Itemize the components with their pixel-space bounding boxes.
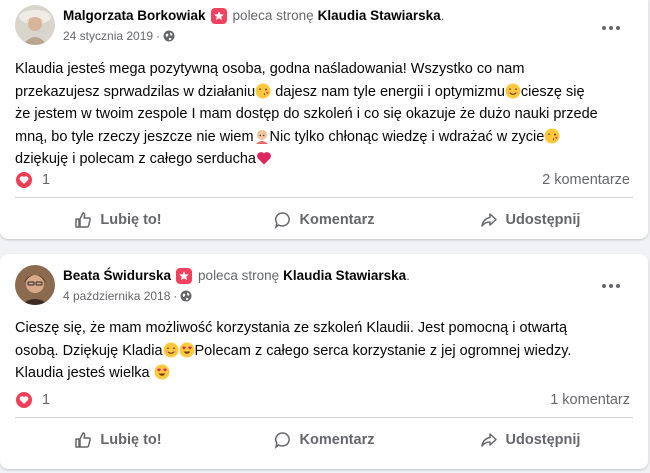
post-actions: Lubię to! Komentarz Udostępnij	[15, 422, 633, 458]
comment-button[interactable]: Komentarz	[221, 422, 427, 458]
reactions-bar: 1 2 komentarze	[15, 171, 630, 189]
comment-icon	[274, 432, 290, 449]
post-actions: Lubię to! Komentarz Udostępnij	[15, 202, 633, 238]
post-header: Malgorzata Borkowiak poleca stronę Klaud…	[15, 5, 444, 45]
page-link[interactable]: Klaudia Stawiarska	[283, 267, 406, 285]
blush-emoji-icon	[163, 342, 179, 357]
reactions-summary[interactable]: 1	[15, 391, 50, 409]
avatar[interactable]	[15, 265, 55, 305]
reactions-bar: 1 1 komentarz	[15, 391, 630, 409]
love-reaction-icon	[15, 171, 33, 189]
post-header: Beata Świdurska poleca stronę Klaudia St…	[15, 265, 410, 305]
red-heart-emoji-icon	[257, 152, 271, 165]
author-name[interactable]: Malgorzata Borkowiak	[63, 7, 206, 25]
post-date[interactable]: 4 października 2018	[63, 289, 170, 303]
reactions-summary[interactable]: 1	[15, 171, 50, 189]
recommend-icon	[176, 268, 193, 284]
recommend-icon	[210, 8, 227, 24]
smile-emoji-icon	[505, 83, 521, 98]
heart-eyes-emoji-icon	[179, 342, 195, 357]
like-button[interactable]: Lubię to!	[15, 422, 221, 458]
comments-count-link[interactable]: 2 komentarze	[542, 172, 630, 188]
recommend-verb: poleca stronę	[198, 268, 280, 283]
divider	[15, 417, 633, 418]
comment-icon	[274, 212, 290, 229]
post-card: Malgorzata Borkowiak poleca stronę Klaud…	[0, 0, 648, 239]
more-options-button[interactable]	[596, 276, 626, 296]
share-icon	[480, 433, 497, 447]
share-button[interactable]: Udostępnij	[427, 422, 633, 458]
post-date[interactable]: 24 stycznia 2019	[63, 29, 153, 43]
share-icon	[480, 213, 497, 227]
heart-eyes-emoji-icon	[154, 364, 170, 380]
thumbs-up-icon	[75, 212, 92, 228]
reactions-count: 1	[42, 172, 51, 188]
kiss-emoji-icon	[255, 83, 271, 98]
comments-count-link[interactable]: 1 komentarz	[550, 392, 630, 408]
globe-icon	[180, 290, 192, 302]
like-button[interactable]: Lubię to!	[15, 202, 221, 238]
post-text: Klaudia jesteś mega pozytywną osoba, god…	[15, 61, 598, 167]
more-options-button[interactable]	[596, 18, 626, 38]
post-card: Beata Świdurska poleca stronę Klaudia St…	[0, 254, 648, 469]
divider	[15, 197, 633, 198]
avatar[interactable]	[15, 5, 55, 45]
thumbs-up-icon	[75, 432, 92, 448]
kiss-emoji-icon	[544, 128, 560, 143]
recommend-verb: poleca stronę	[232, 8, 314, 23]
reactions-count: 1	[42, 392, 51, 408]
post-text: Cieszę się, że mam możliwość korzystania…	[15, 320, 572, 381]
love-reaction-icon	[15, 391, 33, 409]
globe-icon	[163, 30, 175, 42]
comment-button[interactable]: Komentarz	[221, 202, 427, 238]
share-button[interactable]: Udostępnij	[427, 202, 633, 238]
page-link[interactable]: Klaudia Stawiarska	[318, 7, 441, 25]
author-name[interactable]: Beata Świdurska	[63, 267, 171, 285]
person-emoji-icon	[255, 129, 268, 144]
